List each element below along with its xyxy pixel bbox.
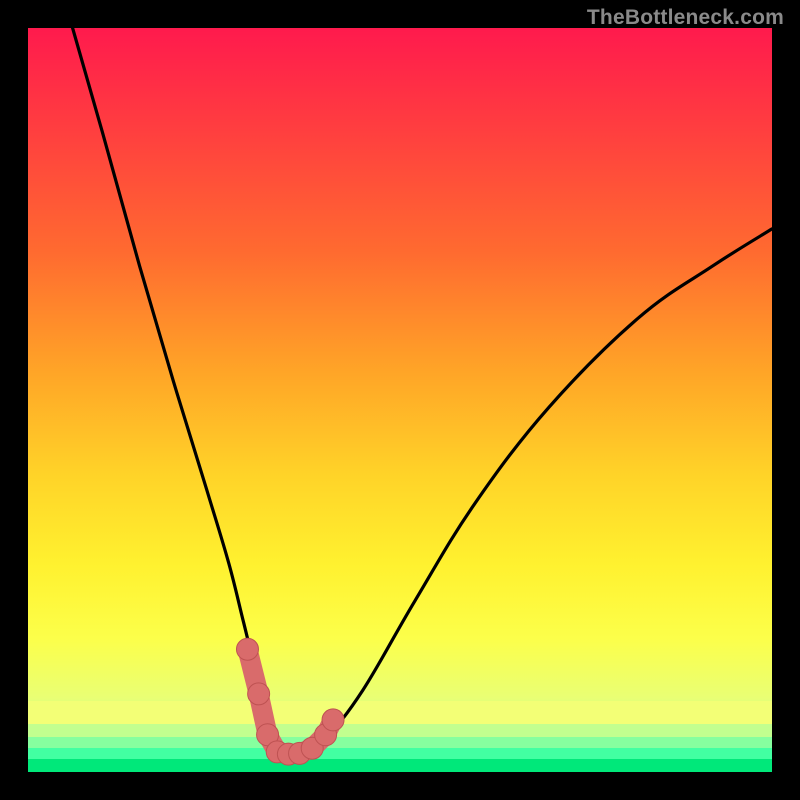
marker-dot xyxy=(322,709,344,731)
marker-dot xyxy=(248,683,270,705)
plot-area xyxy=(28,28,772,772)
highlight-markers xyxy=(236,638,344,765)
bottleneck-curve xyxy=(73,28,772,756)
chart-frame: TheBottleneck.com xyxy=(0,0,800,800)
curve-layer xyxy=(28,28,772,772)
watermark-text: TheBottleneck.com xyxy=(587,6,784,30)
marker-dot xyxy=(236,638,258,660)
